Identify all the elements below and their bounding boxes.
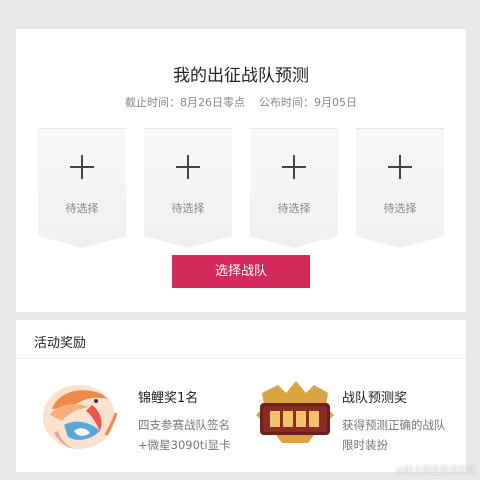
slot-label: 待选择 <box>171 202 205 215</box>
date-info: 截止时间：8月26日零点 公布时间：9月05日 <box>16 94 466 110</box>
plus-icon <box>176 155 200 179</box>
rewards-title: 活动奖励 <box>34 336 87 351</box>
reward-desc: 四支参赛战队签名 +微星3090ti显卡 <box>138 415 231 455</box>
team-prediction-card: 我的出征战队预测 截止时间：8月26日零点 公布时间：9月05日 待选择 待选择… <box>16 29 466 312</box>
plus-icon <box>388 155 412 179</box>
slot-label: 待选择 <box>383 202 417 215</box>
reward-name: 战队预测奖 <box>342 391 408 406</box>
reward-desc-line: 四支参赛战队签名 <box>138 418 230 432</box>
slot-shield-shape <box>356 128 444 248</box>
team-slot-2[interactable]: 待选择 <box>144 128 232 248</box>
plus-icon <box>70 155 94 179</box>
reward-desc: 获得预测正确的战队 限时装扮 <box>342 415 446 455</box>
team-slot-3[interactable]: 待选择 <box>250 128 338 248</box>
publish-text: 公布时间：9月05日 <box>259 96 357 109</box>
team-slots: 待选择 待选择 待选择 待选择 <box>38 128 446 248</box>
select-team-button[interactable]: 选择战队 <box>172 255 310 288</box>
deadline-text: 截止时间：8月26日零点 <box>125 96 245 109</box>
plus-icon <box>282 155 306 179</box>
slot-shield-shape <box>250 128 338 248</box>
reward-name: 锦鲤奖1名 <box>138 391 199 406</box>
reward-desc-line: 获得预测正确的战队 <box>342 418 446 432</box>
page-title: 我的出征战队预测 <box>173 66 309 86</box>
watermark: @稀土掘金技术社区 <box>394 466 476 476</box>
prediction-badge-icon <box>256 381 334 443</box>
koi-fish-icon <box>43 385 118 449</box>
slot-shield-shape <box>38 128 126 248</box>
team-slot-4[interactable]: 待选择 <box>356 128 444 248</box>
reward-koi: 锦鲤奖1名 四支参赛战队签名 +微星3090ti显卡 <box>34 375 234 455</box>
rewards-header: 活动奖励 <box>16 320 466 359</box>
rewards-card: 活动奖励 锦鲤奖1名 四支参赛战队签名 +微星3090ti显卡 战队预测奖 获得… <box>16 320 466 472</box>
reward-team-prediction: 战队预测奖 获得预测正确的战队 限时装扮 <box>256 375 466 455</box>
slot-label: 待选择 <box>65 202 99 215</box>
slot-shield-shape <box>144 128 232 248</box>
slot-label: 待选择 <box>277 202 311 215</box>
reward-desc-line: +微星3090ti显卡 <box>138 438 231 452</box>
page: 我的出征战队预测 截止时间：8月26日零点 公布时间：9月05日 待选择 待选择… <box>0 0 480 480</box>
reward-desc-line: 限时装扮 <box>342 438 388 452</box>
team-slot-1[interactable]: 待选择 <box>38 128 126 248</box>
